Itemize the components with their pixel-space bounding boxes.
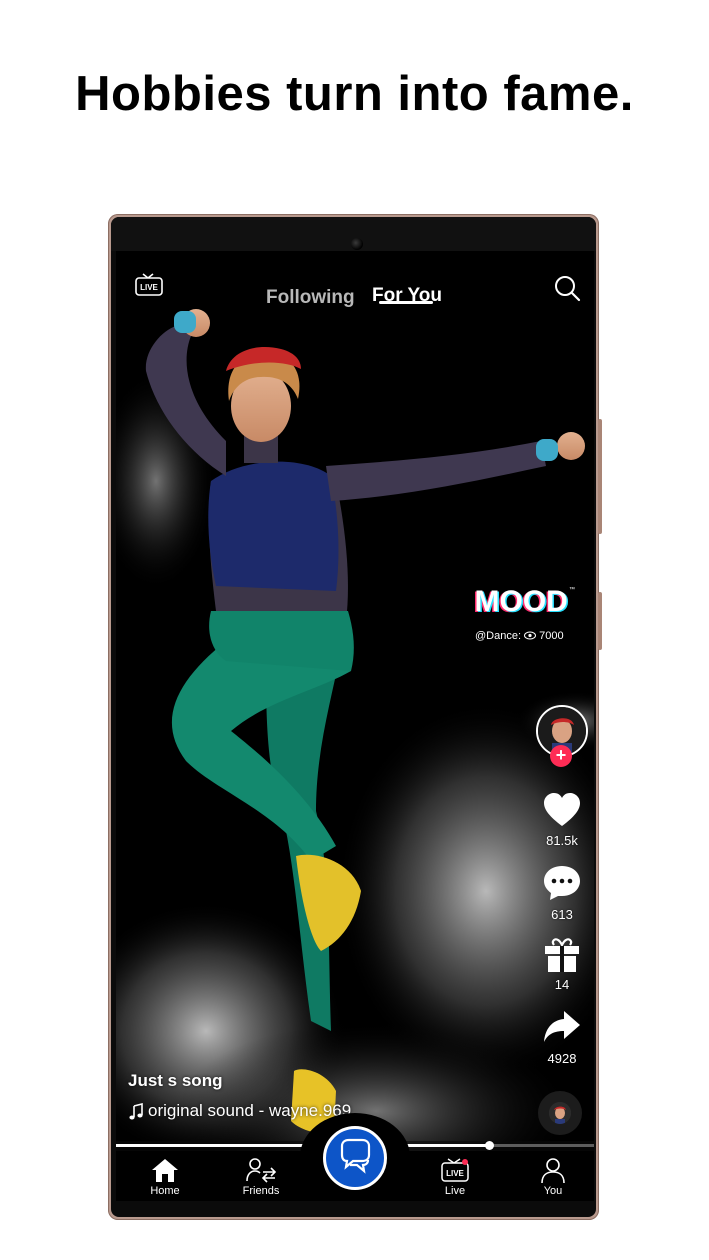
phone-frame: LIVE Following For You MOOD MOOD MOOD ™ … bbox=[108, 214, 602, 1220]
nav-home[interactable]: Home bbox=[130, 1157, 200, 1201]
badge-handle: @Dance: bbox=[475, 630, 522, 642]
nav-you[interactable]: You bbox=[518, 1157, 588, 1201]
music-note-icon bbox=[129, 1103, 143, 1120]
phone-side-button bbox=[598, 592, 602, 650]
comments-count: 613 bbox=[551, 907, 573, 922]
live-tv-icon: LIVE bbox=[441, 1158, 469, 1182]
front-camera bbox=[351, 238, 363, 250]
badge-stats: @Dance: 7000 bbox=[475, 630, 564, 642]
app-screen: LIVE Following For You MOOD MOOD MOOD ™ … bbox=[116, 251, 594, 1201]
nav-friends[interactable]: Friends bbox=[226, 1157, 296, 1201]
home-icon bbox=[152, 1159, 178, 1182]
follow-button[interactable]: + bbox=[550, 745, 572, 767]
video-frame[interactable] bbox=[116, 251, 594, 1201]
chat-button[interactable] bbox=[323, 1126, 387, 1190]
playback-scrubber[interactable] bbox=[484, 1141, 494, 1150]
active-tab-indicator bbox=[379, 301, 433, 304]
svg-text:™: ™ bbox=[569, 586, 575, 593]
heart-icon[interactable] bbox=[542, 791, 582, 831]
nav-label-home: Home bbox=[150, 1185, 180, 1197]
eye-icon bbox=[524, 631, 537, 640]
mood-logo: MOOD MOOD MOOD ™ bbox=[473, 585, 575, 619]
nav-live[interactable]: LIVE Live bbox=[420, 1157, 490, 1201]
nav-label-you: You bbox=[543, 1185, 563, 1197]
sound-credit[interactable]: original sound - wayne.969 bbox=[148, 1101, 351, 1121]
chat-icon bbox=[340, 1138, 371, 1174]
mood-logo-text: MOOD bbox=[475, 585, 568, 618]
phone-body: LIVE Following For You MOOD MOOD MOOD ™ … bbox=[111, 217, 596, 1217]
badge-views: 7000 bbox=[539, 630, 564, 642]
phone-side-button bbox=[598, 419, 602, 534]
profile-icon bbox=[541, 1158, 565, 1183]
comment-icon[interactable] bbox=[542, 863, 582, 903]
share-icon[interactable] bbox=[542, 1007, 582, 1047]
friends-icon bbox=[246, 1158, 277, 1183]
tab-following[interactable]: Following bbox=[266, 287, 355, 309]
shares-count: 4928 bbox=[547, 1051, 577, 1066]
nav-label-friends: Friends bbox=[242, 1185, 280, 1197]
nav-live-badge: LIVE bbox=[446, 1169, 464, 1178]
music-disc-cover bbox=[549, 1102, 571, 1124]
page-headline: Hobbies turn into fame. bbox=[75, 67, 634, 121]
nav-label-live: Live bbox=[444, 1185, 466, 1197]
video-title: Just s song bbox=[128, 1071, 223, 1090]
gifts-count: 14 bbox=[554, 977, 570, 992]
likes-count: 81.5k bbox=[546, 833, 578, 848]
feed-tabs: Following For You bbox=[116, 285, 594, 317]
gift-icon[interactable] bbox=[542, 936, 582, 976]
search-icon[interactable] bbox=[552, 273, 582, 303]
